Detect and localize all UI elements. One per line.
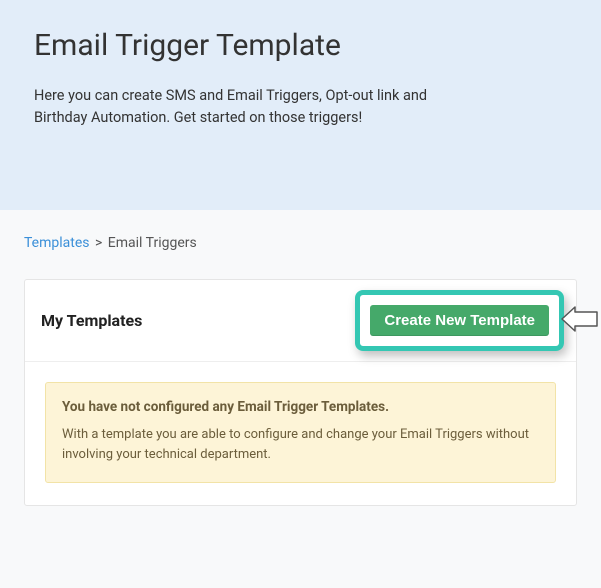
breadcrumb: Templates > Email Triggers bbox=[24, 235, 577, 251]
card-title: My Templates bbox=[41, 311, 142, 330]
templates-card: My Templates Create New Template You hav… bbox=[24, 279, 577, 506]
create-button-highlight: Create New Template bbox=[355, 290, 564, 351]
content-section: Templates > Email Triggers My Templates … bbox=[0, 210, 601, 531]
breadcrumb-separator: > bbox=[95, 235, 102, 251]
arrow-pointer-icon bbox=[561, 306, 599, 336]
empty-state-alert: You have not configured any Email Trigge… bbox=[45, 382, 556, 483]
card-body: You have not configured any Email Trigge… bbox=[25, 362, 576, 505]
breadcrumb-link-templates[interactable]: Templates bbox=[24, 235, 90, 251]
breadcrumb-current: Email Triggers bbox=[108, 235, 197, 251]
page-title: Email Trigger Template bbox=[34, 28, 567, 63]
create-new-template-button[interactable]: Create New Template bbox=[370, 305, 549, 336]
page-header: Email Trigger Template Here you can crea… bbox=[0, 0, 601, 210]
alert-message: With a template you are able to configur… bbox=[62, 425, 539, 464]
card-header: My Templates Create New Template bbox=[25, 280, 576, 362]
page-subtitle: Here you can create SMS and Email Trigge… bbox=[34, 85, 474, 129]
alert-title: You have not configured any Email Trigge… bbox=[62, 399, 539, 415]
